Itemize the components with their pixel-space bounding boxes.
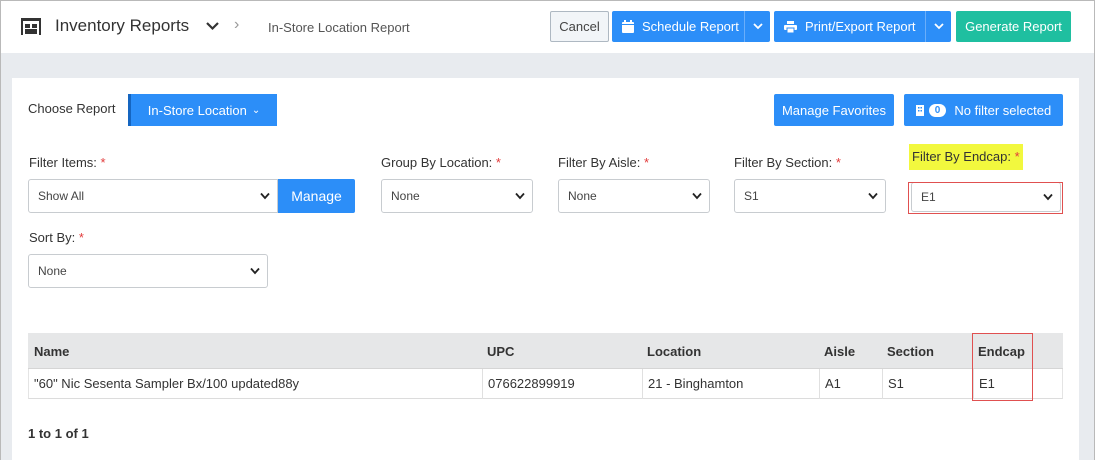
chevron-right-icon: › [234,16,240,33]
cell-upc: 076622899919 [488,376,575,391]
generate-report-button[interactable]: Generate Report [956,11,1071,42]
calendar-icon [622,20,634,33]
manage-items-button[interactable]: Manage [278,179,355,213]
column-header-aisle[interactable]: Aisle [824,344,855,359]
required-asterisk: * [495,155,501,170]
chevron-down-icon [250,267,260,275]
filter-items-label: Filter Items: * [29,155,106,170]
filter-status-label: No filter selected [954,102,1052,118]
group-by-location-label: Group By Location: * [381,155,501,170]
required-asterisk: * [1014,149,1020,164]
filter-by-endcap-label: Filter By Endcap: * [909,144,1023,170]
print-export-button[interactable]: Print/Export Report [774,11,925,42]
print-export-split-button: Print/Export Report [774,11,951,42]
manage-favorites-button[interactable]: Manage Favorites [774,94,894,126]
required-asterisk: * [78,230,84,245]
chevron-down-icon [515,192,525,200]
pagination-summary: 1 to 1 of 1 [28,426,89,441]
cell-aisle: A1 [825,376,841,391]
table-row[interactable]: "60" Nic Sesenta Sampler Bx/100 updated8… [28,369,1063,399]
chevron-down-icon [752,23,763,30]
schedule-report-dropdown[interactable] [744,11,770,42]
schedule-report-button[interactable]: Schedule Report [612,11,744,42]
group-by-location-select[interactable]: None [381,179,533,213]
chevron-down-icon[interactable] [206,20,219,32]
print-export-dropdown[interactable] [925,11,951,42]
annotation-box-endcap-column [972,333,1033,401]
filter-count-badge: 0 [928,103,947,117]
report-selector-label: In-Store Location [147,102,247,118]
highlight-marker: Filter By Endcap: * [909,144,1023,170]
choose-report-label: Choose Report [28,101,116,116]
chevron-down-icon [260,192,270,200]
sort-by-select[interactable]: None [28,254,268,288]
breadcrumb: In-Store Location Report [268,20,410,35]
filter-status-button[interactable]: 0 No filter selected [904,94,1063,126]
filter-by-aisle-select[interactable]: None [558,179,710,213]
cell-section: S1 [888,376,904,391]
app-title: Inventory Reports [55,16,190,35]
column-header-location[interactable]: Location [647,344,701,359]
printer-icon [784,20,797,33]
filter-by-section-select[interactable]: S1 [734,179,886,213]
warehouse-icon [21,18,41,35]
report-selector-button[interactable]: In-Store Location ⌄ [128,94,277,126]
filter-by-aisle-label: Filter By Aisle: * [558,155,650,170]
sort-by-label: Sort By: * [29,230,84,245]
table-header: Name UPC Location Aisle Section Endcap [28,333,1063,369]
building-icon [915,104,924,116]
chevron-down-icon [692,192,702,200]
column-header-section[interactable]: Section [887,344,934,359]
print-export-label: Print/Export Report [805,19,916,34]
filter-by-section-label: Filter By Section: * [734,155,841,170]
schedule-report-split-button: Schedule Report [612,11,770,42]
cancel-button[interactable]: Cancel [550,11,609,42]
required-asterisk: * [643,155,650,170]
column-header-upc[interactable]: UPC [487,344,514,359]
cell-name: "60" Nic Sesenta Sampler Bx/100 updated8… [34,376,300,391]
cell-location: 21 - Binghamton [648,376,744,391]
column-divider [642,369,643,399]
required-asterisk: * [835,155,841,170]
schedule-report-label: Schedule Report [642,19,739,34]
filter-items-select[interactable]: Show All [28,179,278,213]
chevron-down-icon [868,192,878,200]
chevron-down-icon [933,23,944,30]
column-divider [482,369,483,399]
annotation-box-endcap-filter [908,182,1063,214]
column-divider [819,369,820,399]
column-divider [882,369,883,399]
chevron-down-icon: ⌄ [251,104,261,116]
required-asterisk: * [100,155,106,170]
column-header-name[interactable]: Name [34,344,69,359]
